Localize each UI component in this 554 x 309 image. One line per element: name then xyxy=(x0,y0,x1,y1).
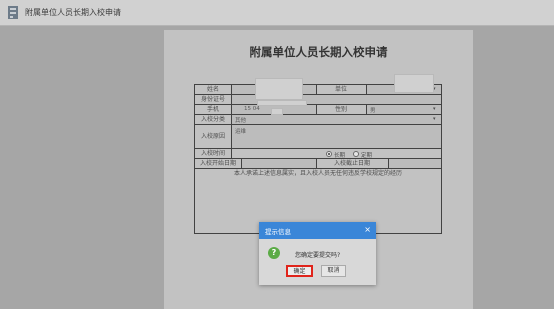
dialog-message: 您确定要提交吗? xyxy=(295,252,341,259)
confirm-dialog: 提示信息 × ? 您确定要提交吗? 确定 取消 xyxy=(259,222,376,285)
ok-button[interactable]: 确定 xyxy=(286,265,313,277)
question-icon: ? xyxy=(268,247,280,259)
cancel-button[interactable]: 取消 xyxy=(321,265,346,277)
close-icon[interactable]: × xyxy=(364,225,371,235)
dialog-title: 提示信息 xyxy=(265,228,291,236)
dialog-header: 提示信息 × xyxy=(259,222,376,239)
